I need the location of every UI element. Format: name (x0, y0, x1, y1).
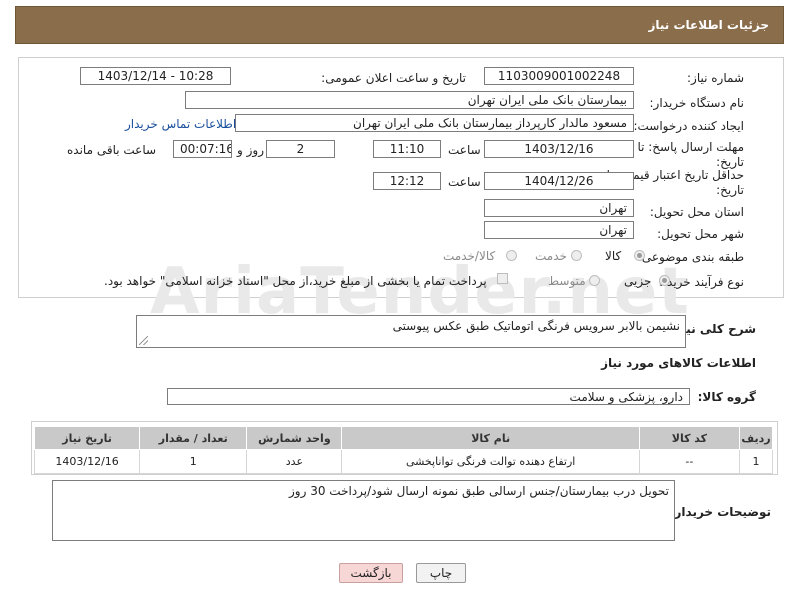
requester-label: ایجاد کننده درخواست: (633, 119, 744, 133)
announce-datetime-label: تاریخ و ساعت اعلان عمومی: (321, 71, 466, 85)
category-radio-goods-service[interactable] (506, 250, 517, 261)
resize-grip-icon[interactable] (139, 336, 148, 345)
days-label: روز و (237, 143, 264, 157)
reply-deadline-time: 11:10 (373, 140, 441, 158)
purchase-option-minor: جزیی (624, 274, 652, 288)
price-validity-date: 1404/12/26 (484, 172, 634, 190)
treasury-payment-note: پرداخت تمام یا بخشی از مبلغ خرید،از محل … (104, 274, 487, 288)
col-qty: تعداد / مقدار (139, 426, 248, 450)
back-button[interactable]: بازگشت (339, 563, 403, 583)
buyer-notes-label: توضیحات خریدار: (669, 505, 771, 519)
items-table-header: ردیف کد کالا نام کالا واحد شمارش تعداد /… (33, 426, 774, 450)
need-number-label: شماره نیاز: (687, 71, 744, 85)
print-button[interactable]: چاپ (416, 563, 466, 583)
reply-deadline-date: 1403/12/16 (484, 140, 634, 158)
goods-section-title: اطلاعات کالاهای مورد نیاز (601, 356, 756, 370)
price-validity-label-2: تاریخ: (716, 183, 744, 197)
table-row: 1 -- ارتفاع دهنده توالت فرنگی تواناپخشی … (33, 449, 774, 474)
requester-field: مسعود مالدار کارپرداز بیمارستان بانک ملی… (235, 114, 634, 132)
buyer-org-field: بیمارستان بانک ملی ایران تهران (185, 91, 634, 109)
purchase-radio-minor[interactable] (659, 275, 670, 286)
cell-name: ارتفاع دهنده توالت فرنگی تواناپخشی (341, 449, 640, 474)
buyer-contact-link[interactable]: اطلاعات تماس خریدار (125, 117, 236, 131)
category-option-goods: کالا (605, 249, 622, 263)
treasury-payment-checkbox[interactable] (497, 273, 508, 284)
purchase-radio-medium[interactable] (589, 275, 600, 286)
reply-deadline-label-2: تاریخ: (716, 155, 744, 169)
cell-unit: عدد (246, 449, 343, 474)
delivery-province-field: تهران (484, 199, 634, 217)
price-validity-time-label: ساعت (448, 175, 481, 189)
cell-row: 1 (738, 449, 774, 474)
announce-datetime-field: 1403/12/14 - 10:28 (80, 67, 231, 85)
need-number-field: 1103009001002248 (484, 67, 634, 85)
delivery-city-label: شهر محل تحویل: (657, 227, 744, 241)
reply-deadline-label: مهلت ارسال پاسخ: تا (637, 140, 744, 154)
category-option-service: خدمت (535, 249, 567, 263)
purchase-option-medium: متوسط (548, 274, 586, 288)
summary-textarea[interactable]: نشیمن بالابر سرویس فرنگی اتوماتیک طبق عک… (136, 315, 686, 348)
reply-time-label: ساعت (448, 143, 481, 157)
purchase-type-label: نوع فرآیند خرید : (659, 275, 744, 289)
delivery-province-label: استان محل تحویل: (649, 205, 744, 219)
col-code: کد کالا (638, 426, 740, 450)
col-name: نام کالا (341, 426, 640, 450)
goods-group-label: گروه کالا: (697, 390, 756, 404)
col-date: تاریخ نیاز (33, 426, 141, 450)
page-header: جزئیات اطلاعات نیاز (15, 6, 784, 44)
category-option-goods-service: کالا/خدمت (443, 249, 496, 263)
items-table: ردیف کد کالا نام کالا واحد شمارش تعداد /… (33, 426, 774, 474)
goods-group-field: دارو، پزشکی و سلامت (167, 388, 690, 405)
remaining-time-field: 00:07:16 (173, 140, 232, 158)
cell-date: 1403/12/16 (33, 449, 141, 474)
category-label: طبقه بندی موضوعی: (637, 250, 744, 264)
category-radio-service[interactable] (571, 250, 582, 261)
col-row: ردیف (738, 426, 774, 450)
category-radio-goods[interactable] (634, 250, 645, 261)
price-validity-time: 12:12 (373, 172, 441, 190)
remaining-days-field: 2 (266, 140, 335, 158)
buyer-notes-text: تحویل درب بیمارستان/جنس ارسالی طبق نمونه… (289, 484, 669, 498)
cell-code: -- (638, 449, 740, 474)
delivery-city-field: تهران (484, 221, 634, 239)
page-title: جزئیات اطلاعات نیاز (648, 18, 769, 32)
cell-qty: 1 (139, 449, 248, 474)
col-unit: واحد شمارش (246, 426, 343, 450)
buyer-org-label: نام دستگاه خریدار: (649, 96, 745, 110)
remaining-label: ساعت باقی مانده (67, 143, 157, 157)
summary-text: نشیمن بالابر سرویس فرنگی اتوماتیک طبق عک… (392, 319, 680, 333)
buyer-notes-textarea[interactable]: تحویل درب بیمارستان/جنس ارسالی طبق نمونه… (52, 480, 675, 541)
